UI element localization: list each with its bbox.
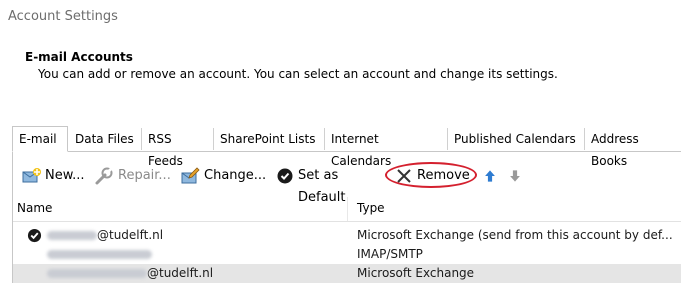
move-down-button[interactable] (508, 165, 522, 187)
section-description: You can add or remove an account. You ca… (38, 67, 558, 81)
account-name (47, 247, 152, 261)
tab-sharepoint-lists[interactable]: SharePoint Lists (214, 128, 325, 150)
account-row[interactable]: @tudelft.nl Microsoft Exchange (send fro… (13, 226, 681, 245)
arrow-up-icon (485, 170, 495, 182)
tab-rss-feeds[interactable]: RSS Feeds (142, 128, 214, 168)
section-title: E-mail Accounts (25, 50, 133, 64)
tab-published-calendars[interactable]: Published Calendars (448, 128, 585, 150)
change-button[interactable]: Change... (180, 165, 267, 187)
column-header-type[interactable]: Type (357, 201, 385, 215)
redacted-email (47, 250, 152, 259)
account-row[interactable]: IMAP/SMTP (13, 245, 681, 264)
list-header: Name Type (13, 197, 681, 222)
change-account-icon (181, 167, 200, 184)
check-circle-icon (277, 168, 293, 184)
repair-label: Repair... (118, 168, 171, 183)
account-type: IMAP/SMTP (357, 247, 423, 261)
change-label: Change... (204, 168, 267, 183)
new-button[interactable]: New... (22, 165, 85, 187)
account-email-domain: @tudelft.nl (97, 228, 164, 242)
account-name: @tudelft.nl (47, 228, 163, 242)
account-row-selected[interactable]: @tudelft.nl Microsoft Exchange (13, 264, 681, 283)
move-up-button[interactable] (483, 165, 497, 187)
tab-internet-calendars[interactable]: Internet Calendars (325, 128, 448, 168)
default-account-check-icon (27, 228, 42, 243)
new-account-icon (22, 168, 41, 183)
repair-button[interactable]: Repair... (94, 165, 182, 187)
account-type: Microsoft Exchange (357, 266, 475, 280)
column-divider[interactable] (347, 197, 348, 221)
arrow-down-icon (510, 170, 520, 182)
repair-icon (95, 167, 113, 185)
account-type: Microsoft Exchange (send from this accou… (357, 228, 673, 242)
new-label: New... (45, 168, 85, 183)
tab-strip: E-mail Data Files RSS Feeds SharePoint L… (12, 126, 681, 168)
account-list: Name Type @tudelft.nl Microsoft Exchange… (13, 197, 681, 283)
window-title: Account Settings (8, 9, 118, 24)
tab-address-books[interactable]: Address Books (585, 128, 681, 168)
column-header-name[interactable]: Name (17, 201, 52, 215)
account-name: @tudelft.nl (47, 266, 213, 280)
tab-data-files[interactable]: Data Files (69, 128, 142, 150)
remove-highlight-ring (385, 162, 477, 188)
account-email-domain: @tudelft.nl (147, 266, 214, 280)
tab-email[interactable]: E-mail (12, 126, 68, 152)
redacted-email-user (47, 231, 97, 240)
set-as-default-button[interactable]: Set as Default (276, 165, 386, 205)
redacted-email-user (47, 269, 147, 278)
